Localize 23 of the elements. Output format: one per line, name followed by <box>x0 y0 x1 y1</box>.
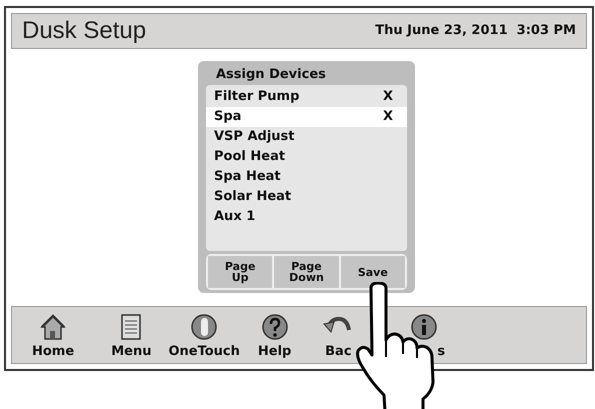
device-row[interactable]: Solar Heat <box>206 187 407 207</box>
device-row[interactable]: VSP Adjust <box>206 127 407 147</box>
toolbar-label[interactable]: Menu <box>111 342 152 361</box>
page-button[interactable]: Save <box>338 256 405 288</box>
device-row[interactable]: Pool Heat <box>206 147 407 167</box>
dialog-title: Assign Devices <box>215 66 327 84</box>
toolbar-label[interactable]: Home <box>32 342 74 361</box>
toolbar-label[interactable]: Help <box>258 342 292 361</box>
device-row[interactable]: Spa X <box>206 107 407 127</box>
finger-icon[interactable] <box>189 312 220 342</box>
toolbar-label[interactable]: OneTouch <box>168 342 240 361</box>
device-row[interactable]: Aux 1 <box>206 207 407 227</box>
info-icon[interactable] <box>409 312 440 342</box>
device-row[interactable]: Filter Pump X <box>206 87 407 107</box>
toolbar-label[interactable]: s <box>437 342 446 361</box>
device-row[interactable]: Spa Heat <box>206 167 407 187</box>
home-icon[interactable] <box>38 312 68 342</box>
help-icon[interactable] <box>260 312 290 342</box>
date-time: Thu June 23, 2011 3:03 PM <box>375 22 576 40</box>
page-button[interactable]: Page Up <box>208 256 272 288</box>
toolbar-label[interactable]: Bac <box>325 342 352 361</box>
screen-title: Dusk Setup <box>22 16 146 46</box>
page-button[interactable]: Page Down <box>272 256 339 288</box>
